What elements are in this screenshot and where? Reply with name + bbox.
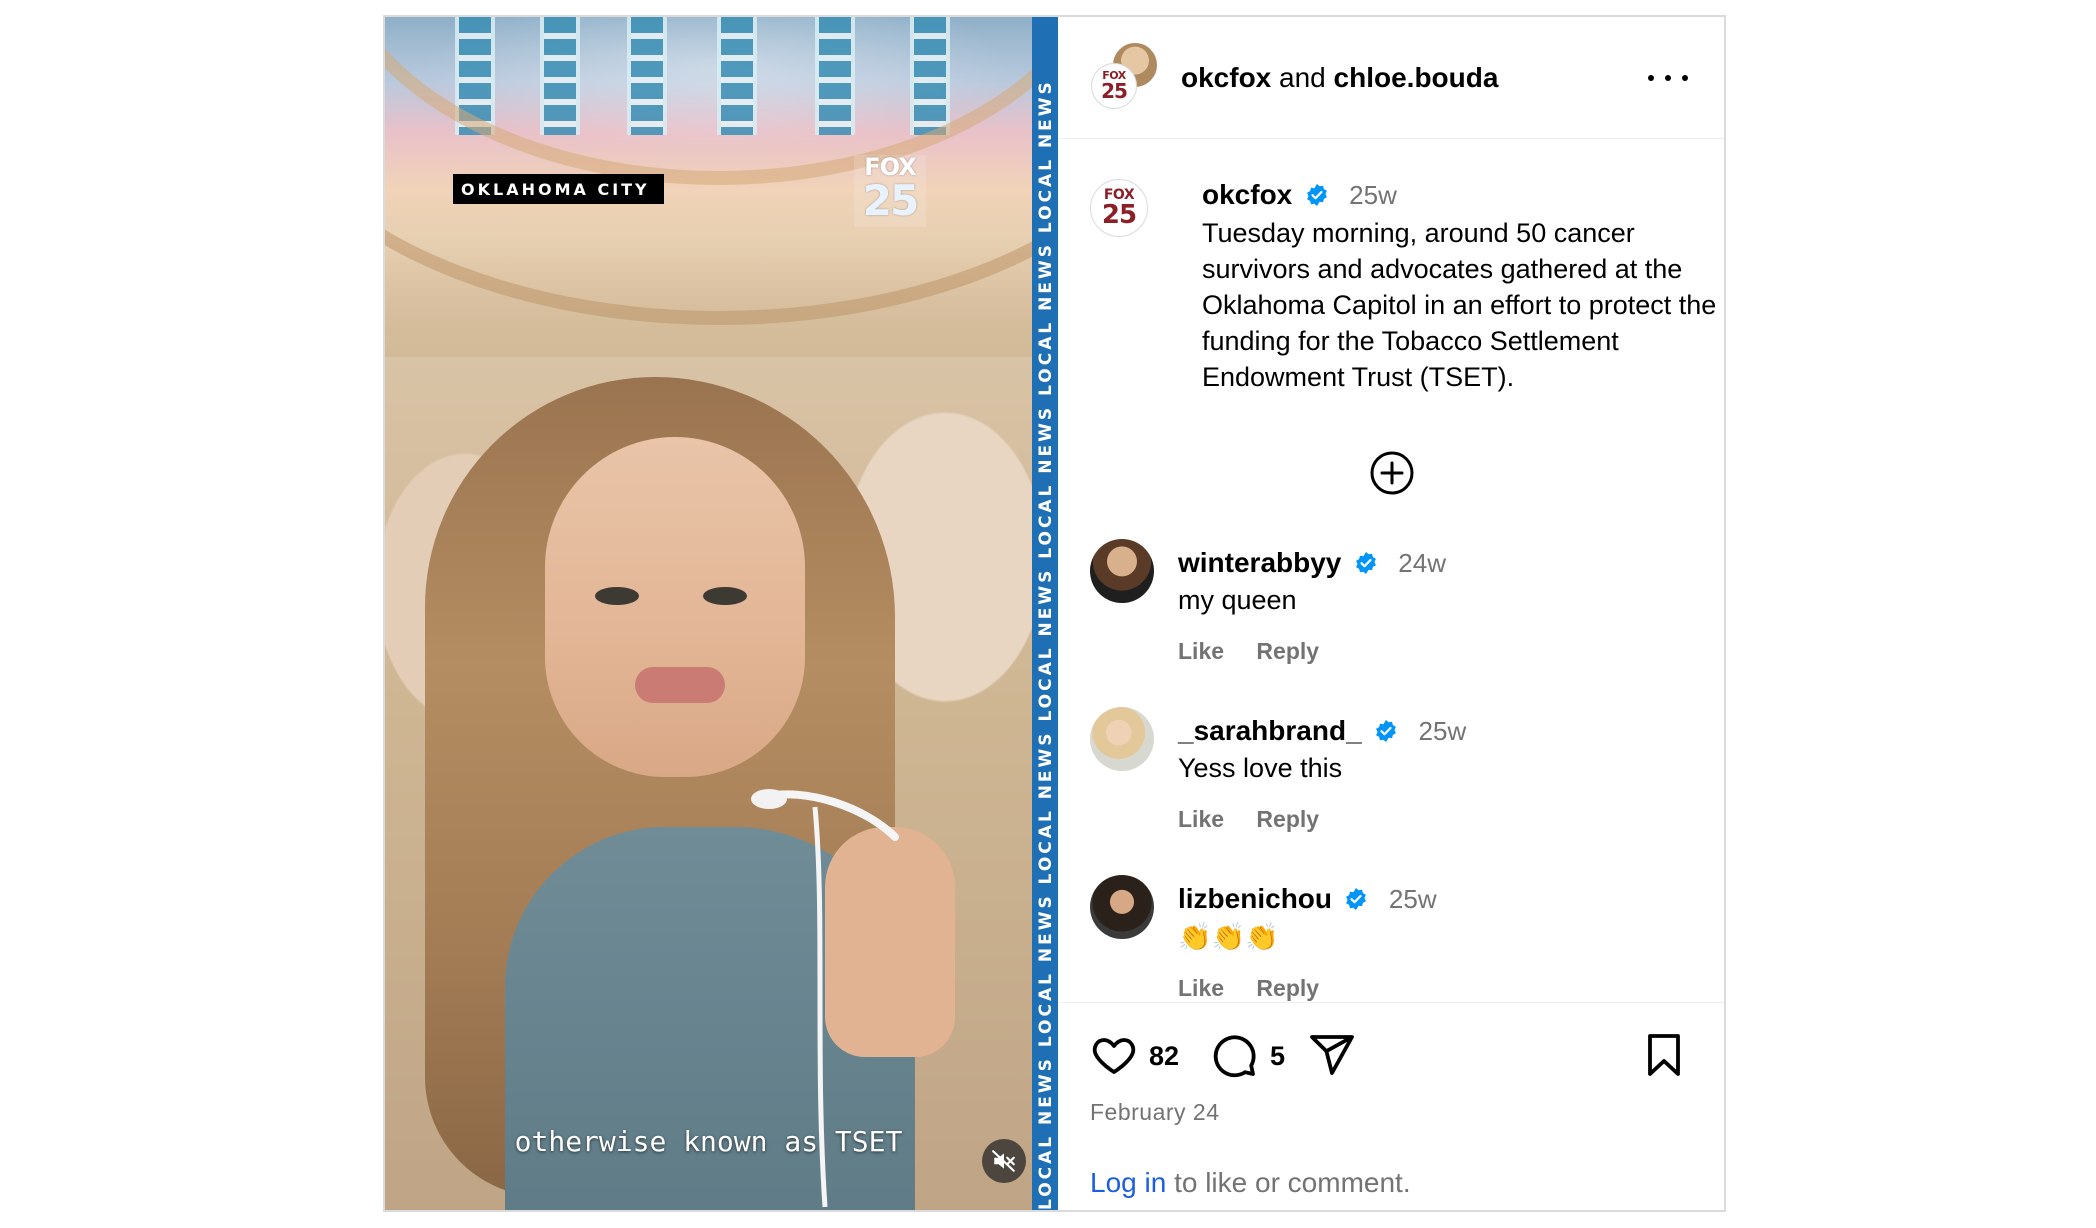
- comment-actions: Like Reply: [1178, 806, 1698, 833]
- comment-username[interactable]: _sarahbrand_: [1178, 715, 1362, 746]
- caption-avatar[interactable]: FOX 25: [1090, 179, 1148, 237]
- login-link[interactable]: Log in: [1090, 1167, 1166, 1198]
- comment-like-button[interactable]: Like: [1178, 806, 1224, 832]
- verified-badge-icon: [1346, 888, 1367, 910]
- watermark-number: 25: [862, 176, 919, 225]
- local-news-text: LOCAL NEWS LOCAL NEWS LOCAL NEWS LOCAL N…: [1036, 79, 1056, 1210]
- comment-body: lizbenichou 25w 👏👏👏 Like Reply: [1178, 883, 1698, 1002]
- comment-time[interactable]: 25w: [1419, 716, 1467, 746]
- fox25-watermark: FOX 25: [854, 155, 926, 227]
- dome-ring: [385, 17, 1058, 325]
- comment-actions: Like Reply: [1178, 638, 1698, 665]
- verified-badge-icon: [1355, 552, 1376, 574]
- comment-time[interactable]: 25w: [1389, 884, 1437, 914]
- caption-username[interactable]: okcfox: [1202, 179, 1292, 210]
- like-count[interactable]: 82: [1149, 1041, 1179, 1072]
- comment-icon[interactable]: [1210, 1031, 1258, 1079]
- header-account-chloe[interactable]: chloe.bouda: [1334, 62, 1499, 93]
- mute-button[interactable]: [982, 1139, 1026, 1183]
- post-header: FOX 25 okcfox and chloe.bouda: [1058, 17, 1724, 139]
- comments-section[interactable]: FOX 25 okcfox 25w Tuesday morning, aroun…: [1058, 139, 1724, 1002]
- login-prompt: Log in to like or comment.: [1090, 1167, 1411, 1199]
- comment-text: my queen: [1178, 585, 1297, 615]
- comment-avatar[interactable]: [1090, 539, 1154, 603]
- post-video[interactable]: OKLAHOMA CITY FOX 25 LOCAL NEWS LOCAL NE…: [385, 17, 1058, 1210]
- comment-text: 👏👏👏: [1178, 922, 1279, 952]
- comment-reply-button[interactable]: Reply: [1256, 638, 1319, 664]
- caption-avatar-number: 25: [1101, 199, 1137, 230]
- header-account-okcfox[interactable]: okcfox: [1181, 62, 1271, 93]
- more-horizontal-icon: [1648, 75, 1654, 81]
- comment-avatar[interactable]: [1090, 875, 1154, 939]
- comment-like-button[interactable]: Like: [1178, 975, 1224, 1001]
- lips: [635, 667, 725, 703]
- comment-username[interactable]: winterabbyy: [1178, 547, 1341, 578]
- instagram-post: OKLAHOMA CITY FOX 25 LOCAL NEWS LOCAL NE…: [383, 15, 1726, 1212]
- okcfox-avatar[interactable]: FOX 25: [1091, 63, 1137, 109]
- comment-avatar[interactable]: [1090, 707, 1154, 771]
- comment-text: Yess love this: [1178, 753, 1343, 783]
- avatar-number: 25: [1101, 79, 1128, 103]
- reporter: [385, 377, 1032, 1210]
- comment-time[interactable]: 24w: [1398, 548, 1446, 578]
- header-connector: and: [1279, 62, 1326, 93]
- comment-body: _sarahbrand_ 25w Yess love this Like Rep…: [1178, 715, 1698, 833]
- location-tag: OKLAHOMA CITY: [453, 174, 664, 204]
- heart-icon[interactable]: [1090, 1031, 1138, 1079]
- post-date[interactable]: February 24: [1090, 1099, 1220, 1126]
- post-actions: 82 5 February 24 Log in to like or comme…: [1058, 1002, 1724, 1211]
- collab-avatars[interactable]: FOX 25: [1091, 41, 1159, 109]
- caption-time[interactable]: 25w: [1349, 180, 1397, 210]
- caption-body: okcfox 25w Tuesday morning, around 50 ca…: [1202, 179, 1722, 395]
- face: [545, 437, 805, 777]
- share-icon[interactable]: [1308, 1031, 1356, 1079]
- caption-text: Tuesday morning, around 50 cancer surviv…: [1202, 218, 1717, 392]
- eye: [703, 587, 747, 605]
- speaker-muted-icon: [992, 1150, 1015, 1172]
- comment-like-button[interactable]: Like: [1178, 638, 1224, 664]
- header-usernames: okcfox and chloe.bouda: [1181, 62, 1498, 94]
- login-prompt-text: to like or comment.: [1166, 1167, 1411, 1198]
- comment-username[interactable]: lizbenichou: [1178, 883, 1332, 914]
- comment-body: winterabbyy 24w my queen Like Reply: [1178, 547, 1698, 665]
- more-options-button[interactable]: [1648, 69, 1688, 87]
- verified-badge-icon: [1376, 720, 1396, 742]
- comment-actions: Like Reply: [1178, 975, 1698, 1002]
- comment-reply-button[interactable]: Reply: [1256, 975, 1319, 1001]
- plus-circle-icon[interactable]: [1368, 449, 1416, 497]
- comment-reply-button[interactable]: Reply: [1256, 806, 1319, 832]
- video-subtitle: otherwise known as TSET: [514, 1125, 903, 1158]
- verified-badge-icon: [1306, 184, 1327, 206]
- bookmark-icon[interactable]: [1640, 1031, 1688, 1079]
- local-news-band: LOCAL NEWS LOCAL NEWS LOCAL NEWS LOCAL N…: [1032, 17, 1058, 1210]
- eye: [595, 587, 639, 605]
- comment-count[interactable]: 5: [1270, 1041, 1285, 1072]
